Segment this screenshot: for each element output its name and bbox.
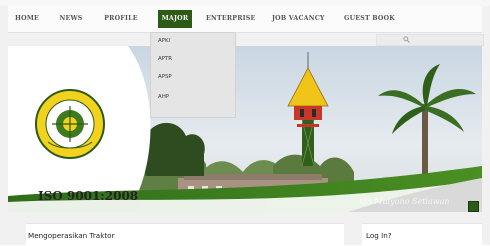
nav-enterprise[interactable]: ENTERPRISE bbox=[206, 12, 255, 26]
main-navigation: HOME NEWS PROFILE MAJOR ENTERPRISE JOB V… bbox=[8, 6, 482, 33]
hero-banner bbox=[8, 46, 482, 212]
iso-certification-text: ISO 9001:2008 bbox=[38, 189, 139, 203]
dropdown-item-apki[interactable]: APKI bbox=[158, 36, 170, 46]
search-bar[interactable] bbox=[376, 34, 484, 46]
nav-home[interactable]: HOME bbox=[14, 12, 40, 26]
main-content-panel: Mengoperasikan Traktor bbox=[26, 223, 344, 246]
major-dropdown-menu: APKI APTR APSP AHP bbox=[150, 32, 236, 118]
slider-indicator[interactable] bbox=[468, 201, 479, 212]
nav-news[interactable]: NEWS bbox=[58, 12, 84, 26]
nav-major[interactable]: MAJOR bbox=[158, 10, 192, 28]
nav-guest-book[interactable]: GUEST BOOK bbox=[344, 12, 395, 26]
article-title[interactable]: Mengoperasikan Traktor bbox=[28, 231, 115, 240]
nav-profile[interactable]: PROFILE bbox=[104, 12, 138, 26]
page: HOME NEWS PROFILE MAJOR ENTERPRISE JOB V… bbox=[0, 0, 490, 246]
photographer-signature: On Mulyono Setiawan bbox=[360, 197, 450, 206]
login-panel: Log In? bbox=[362, 223, 482, 246]
login-title: Log In? bbox=[366, 231, 392, 240]
nav-job-vacancy[interactable]: JOB VACANCY bbox=[272, 12, 324, 26]
dropdown-item-apsp[interactable]: APSP bbox=[158, 72, 172, 82]
search-icon[interactable] bbox=[403, 36, 410, 43]
dropdown-item-aptr[interactable]: APTR bbox=[158, 54, 172, 64]
banner-image bbox=[8, 46, 482, 212]
dropdown-item-ahp[interactable]: AHP bbox=[158, 92, 169, 102]
